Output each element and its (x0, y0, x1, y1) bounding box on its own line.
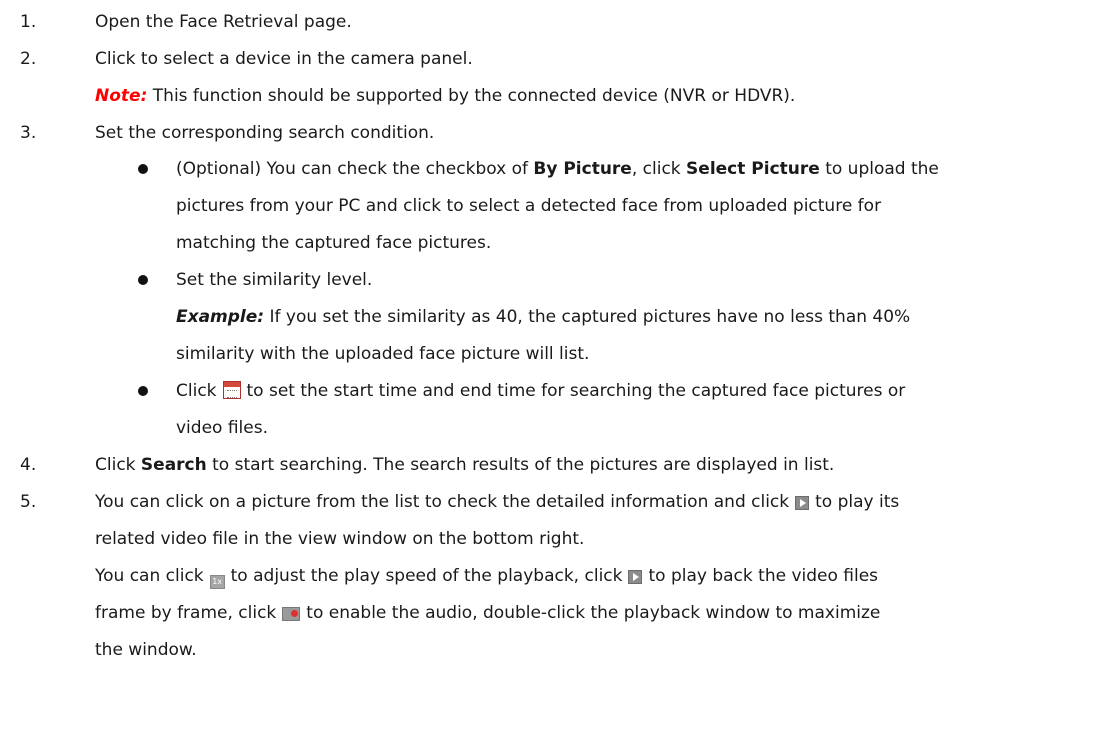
step-number: 1. (20, 12, 37, 32)
step-5-line-2: related video file in the view window on… (95, 529, 585, 549)
bullet-1-line-3: matching the captured face pictures. (176, 233, 492, 253)
step-4-text: Click Search to start searching. The sea… (95, 455, 835, 475)
bullet-icon (138, 164, 148, 174)
bullet-3-line-1: Click to set the start time and end time … (176, 381, 906, 401)
calendar-icon (222, 381, 241, 399)
step-number: 5. (20, 492, 37, 512)
step-5-line-1: You can click on a picture from the list… (95, 492, 900, 512)
note-paragraph: Note: This function should be supported … (95, 84, 795, 108)
frame-play-icon (628, 570, 643, 584)
step-1-text: Open the Face Retrieval page. (95, 12, 352, 32)
step-2-text: Click to select a device in the camera p… (95, 49, 473, 69)
step-5-line-5: the window. (95, 640, 197, 660)
search-label: Search (140, 455, 207, 475)
step-number: 2. (20, 49, 37, 69)
step-number: 4. (20, 455, 37, 475)
play-icon (795, 496, 810, 510)
step-5-line-3: You can click 1x to adjust the play speed … (95, 564, 878, 589)
bullet-2-line-1: Set the similarity level. (176, 270, 373, 290)
step-5-line-4: frame by frame, click to enable the audio… (95, 603, 881, 623)
note-label: Note: (95, 86, 148, 106)
speed-1x-icon: 1x (209, 575, 225, 589)
bullet-1-line-1: (Optional) You can check the checkbox of… (176, 159, 939, 179)
example-label: Example: (176, 307, 265, 327)
bullet-3-line-2: video files. (176, 418, 268, 438)
audio-icon (282, 607, 301, 621)
select-picture-label: Select Picture (686, 159, 820, 179)
bullet-icon (138, 275, 148, 285)
bullet-2-line-3: similarity with the uploaded face pictur… (176, 344, 590, 364)
bullet-icon (138, 386, 148, 396)
document-page: 1. Open the Face Retrieval page. 2. Clic… (0, 0, 1099, 743)
step-3-text: Set the corresponding search condition. (95, 123, 435, 143)
by-picture-label: By Picture (533, 159, 632, 179)
step-number: 3. (20, 123, 37, 143)
example-paragraph: Example: If you set the similarity as 40… (176, 307, 911, 327)
bullet-1-line-2: pictures from your PC and click to selec… (176, 196, 882, 216)
note-text: This function should be supported by the… (147, 86, 796, 106)
